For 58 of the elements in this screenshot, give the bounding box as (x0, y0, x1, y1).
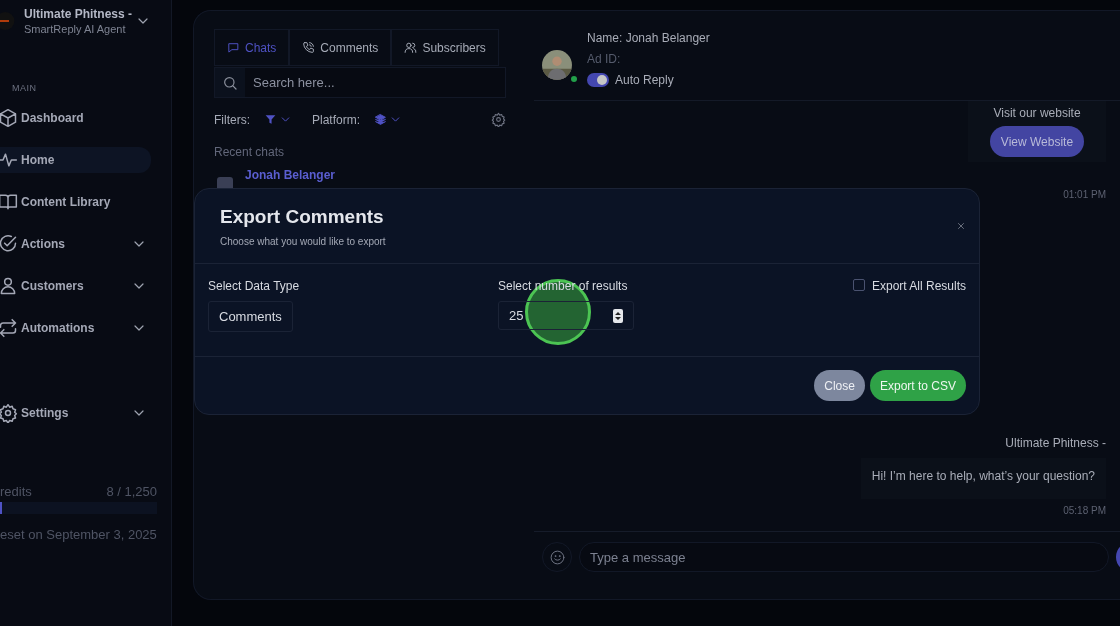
message-sender: Ultimate Phitness - (1005, 436, 1106, 450)
view-website-button[interactable]: View Website (989, 126, 1085, 157)
people-icon (404, 41, 418, 54)
message-bubble: Hi! I’m here to help, what’s your question? (860, 458, 1106, 499)
section-label: MAIN (12, 83, 38, 93)
repeat-icon (0, 318, 18, 338)
dialog-title: Export Comments (220, 205, 385, 228)
sidebar-item[interactable]: Dashboard (0, 105, 151, 131)
dialog-subtitle: Choose what you would like to export (220, 235, 387, 247)
layers-icon (374, 113, 387, 126)
message-time: 01:01 PM (1063, 189, 1106, 200)
results-number-input[interactable]: 25 (498, 301, 634, 330)
filter-dropdown[interactable] (264, 113, 292, 126)
search-bar[interactable]: Search here... (214, 67, 506, 98)
settings-icon[interactable] (491, 112, 506, 127)
platform-badge-icon (217, 177, 233, 189)
auto-reply-toggle[interactable] (587, 73, 609, 87)
sidebar-item[interactable]: Content Library (0, 189, 151, 215)
field-label: Select number of results (498, 279, 629, 293)
checkbox-label: Export All Results (871, 279, 966, 293)
pulse-icon (0, 150, 18, 170)
tab[interactable]: Comments (289, 29, 392, 66)
spinner-arrows-icon[interactable] (613, 308, 623, 323)
export-all-checkbox[interactable] (852, 279, 865, 291)
ad-id-label: Ad ID: (587, 52, 622, 66)
sidebar-item[interactable]: Home (0, 147, 151, 173)
phone-icon (302, 41, 316, 54)
sidebar-item[interactable]: Automations (0, 315, 151, 341)
contact-name: Name: Jonah Belanger (587, 31, 710, 45)
message-input[interactable]: Type a message (579, 542, 1109, 572)
search-icon[interactable] (222, 74, 238, 91)
book-icon (0, 192, 18, 212)
workspace-name: Ultimate Phitness - (24, 7, 133, 21)
sidebar-item[interactable]: Actions (0, 231, 151, 257)
auto-reply-label: Auto Reply (615, 73, 674, 87)
credits-count: 8 / 1,250 (106, 484, 157, 499)
platform-label: Platform: (312, 112, 360, 127)
settings-icon (0, 403, 18, 423)
credits-label: redits (0, 484, 32, 499)
card-text: Visit our website (993, 106, 1081, 120)
sidebar-item[interactable]: Settings (0, 400, 151, 426)
filters-label: Filters: (214, 112, 250, 127)
credits-reset-date: eset on September 3, 2025 (0, 527, 157, 542)
tab[interactable]: Subscribers (391, 29, 499, 66)
field-label: Select Data Type (208, 279, 301, 293)
chat-item[interactable]: Jonah Belanger (245, 168, 336, 182)
person-icon (0, 276, 18, 296)
cube-icon (0, 108, 18, 128)
chat-bubble-icon (227, 41, 240, 54)
sidebar-item[interactable]: Customers (0, 273, 151, 299)
workspace-subtitle: SmartReply AI Agent (24, 23, 127, 35)
message-time: 05:18 PM (1063, 505, 1106, 516)
recent-chats-heading: Recent chats (214, 145, 286, 159)
data-type-select[interactable]: Comments (208, 301, 293, 332)
platform-dropdown[interactable] (374, 113, 402, 126)
close-icon[interactable] (956, 221, 966, 231)
funnel-icon (264, 113, 277, 126)
smiley-icon (548, 548, 566, 566)
